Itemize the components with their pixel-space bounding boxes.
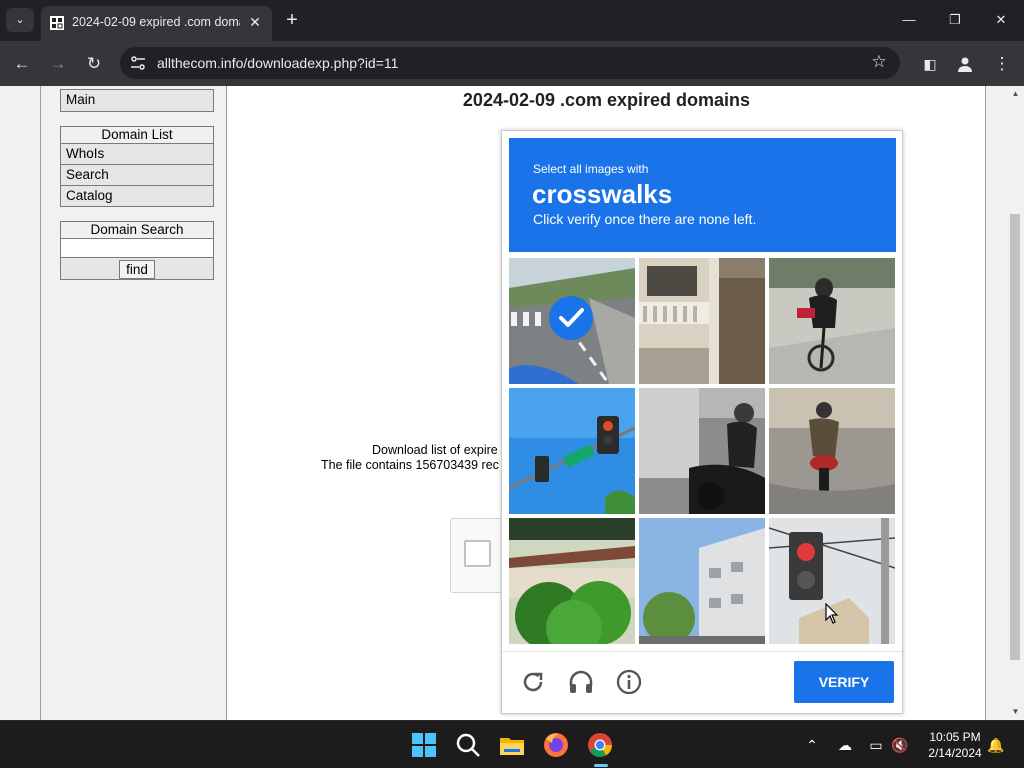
mouse-cursor-icon (825, 603, 839, 624)
nav-catalog-link[interactable]: Catalog (61, 185, 213, 206)
scroll-up-icon[interactable]: ▲ (1007, 86, 1024, 102)
active-app-indicator (594, 764, 608, 767)
captcha-prompt-instruction: Click verify once there are none left. (533, 211, 757, 227)
vertical-scrollbar[interactable]: ▲ ▼ (1007, 86, 1024, 720)
captcha-tile-traffic-light-sign[interactable] (509, 388, 635, 514)
browser-toolbar: ← → ↻ allthecom.info/downloadexp.php?id=… (0, 41, 1024, 86)
browser-tab[interactable]: 2024-02-09 expired .com doma ✕ (41, 6, 272, 41)
bookmark-star-icon[interactable]: ☆ (868, 51, 890, 73)
menu-kebab-icon[interactable]: ⋮ (988, 50, 1016, 78)
firefox-icon[interactable] (540, 729, 572, 761)
domain-search-box: Domain Search find (60, 221, 214, 280)
volume-muted-icon[interactable]: 🔇 (890, 735, 910, 755)
nav-search-link[interactable]: Search (61, 164, 213, 185)
main-nav-box: Main (60, 89, 214, 112)
captcha-prompt-small: Select all images with (533, 162, 649, 176)
find-wrap: find (61, 258, 213, 279)
download-text-line2: The file contains 156703439 rec (321, 458, 499, 472)
url-text: allthecom.info/downloadexp.php?id=11 (157, 55, 398, 71)
find-button[interactable]: find (119, 260, 155, 279)
back-arrow-icon[interactable]: ← (8, 50, 36, 78)
nav-main-link[interactable]: Main (61, 90, 213, 111)
taskbar-search-icon[interactable] (452, 729, 484, 761)
url-path: /downloadexp.php?id=11 (243, 55, 399, 71)
verify-button[interactable]: VERIFY (794, 661, 894, 703)
captcha-tile-motorcyclist-truck[interactable] (639, 388, 765, 514)
captcha-header: Select all images with crosswalks Click … (509, 138, 896, 252)
network-icon[interactable]: ▭ (866, 735, 886, 755)
page-title: 2024-02-09 .com expired domains (462, 90, 751, 110)
tab-strip: ⌄ 2024-02-09 expired .com doma ✕ + — ❐ ✕ (0, 0, 1024, 41)
system-clock[interactable]: 10:05 PM 2/14/2024 (918, 729, 992, 761)
domain-list-box: Domain List WhoIs Search Catalog (60, 126, 214, 207)
clock-date: 2/14/2024 (928, 746, 982, 760)
tab-title: 2024-02-09 expired .com doma (72, 15, 240, 29)
captcha-tile-pedestrian-signal[interactable] (769, 518, 895, 644)
file-explorer-icon[interactable] (496, 729, 528, 761)
reload-icon[interactable]: ↻ (80, 50, 108, 78)
forward-arrow-icon[interactable]: → (44, 50, 72, 78)
right-gutter (985, 86, 1007, 720)
notification-bell-icon[interactable]: 🔔 (986, 735, 1006, 755)
captcha-image-grid (509, 258, 896, 645)
captcha-tile-motorcyclist-road[interactable] (769, 388, 895, 514)
captcha-tile-apartment-building[interactable] (639, 518, 765, 644)
url-domain: allthecom.info (157, 55, 244, 71)
scroll-down-icon[interactable]: ▼ (1007, 704, 1024, 720)
side-panel-icon[interactable]: ◧ (916, 50, 944, 78)
new-tab-button[interactable]: + (281, 9, 303, 31)
taskbar: ⌃ ☁ ▭ 🔇 10:05 PM 2/14/2024 🔔 (0, 720, 1024, 768)
site-info-icon[interactable] (129, 54, 147, 72)
nav-whois-link[interactable]: WhoIs (61, 143, 213, 164)
domain-list-heading: Domain List (61, 127, 213, 143)
chrome-icon[interactable] (584, 729, 616, 761)
cloud-sync-icon[interactable]: ☁ (835, 735, 855, 755)
close-window-button[interactable]: ✕ (978, 6, 1024, 34)
tray-overflow-chevron-icon[interactable]: ⌃ (802, 735, 822, 755)
audio-challenge-icon[interactable] (567, 668, 595, 696)
recaptcha-checkbox[interactable] (464, 540, 491, 567)
captcha-tile-cyclist[interactable] (769, 258, 895, 384)
clock-time: 10:05 PM (929, 730, 981, 744)
tab-search-button[interactable]: ⌄ (6, 8, 34, 32)
captcha-tile-street-crosswalk[interactable] (509, 258, 635, 384)
captcha-prompt-target: crosswalks (532, 179, 673, 209)
domain-search-heading: Domain Search (61, 222, 213, 238)
reload-challenge-icon[interactable] (519, 668, 547, 696)
domain-search-input[interactable] (61, 238, 213, 258)
left-gutter (0, 86, 41, 720)
captcha-challenge: Select all images with crosswalks Click … (501, 130, 903, 714)
info-icon[interactable] (615, 668, 643, 696)
address-bar[interactable]: allthecom.info/downloadexp.php?id=11 ☆ (120, 47, 900, 79)
captcha-footer: VERIFY (502, 651, 902, 715)
site-favicon-icon (50, 16, 64, 30)
captcha-tile-trees-roof[interactable] (509, 518, 635, 644)
profile-icon[interactable] (951, 50, 979, 78)
minimize-button[interactable]: — (886, 6, 932, 34)
tab-close-icon[interactable]: ✕ (246, 13, 264, 31)
sidebar: Main Domain List WhoIs Search Catalog Do… (41, 86, 227, 720)
scroll-thumb[interactable] (1010, 214, 1020, 660)
download-text-line1: Download list of expire (372, 443, 498, 457)
restore-button[interactable]: ❐ (932, 6, 978, 34)
captcha-tile-house-balcony[interactable] (639, 258, 765, 384)
windows-start-icon[interactable] (408, 729, 440, 761)
